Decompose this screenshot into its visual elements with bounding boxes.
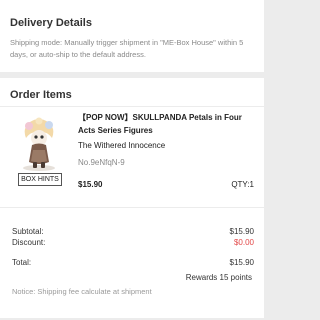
product-image[interactable] [18, 114, 60, 172]
discount-label: Discount: [12, 238, 46, 247]
product-code: No.9eNfqN-9 [78, 158, 125, 167]
product-price: $15.90 [78, 180, 103, 189]
total-row: Total: $15.90 [12, 258, 254, 267]
delivery-details-section: Delivery Details Shipping mode: Manually… [0, 0, 264, 72]
shipping-mode-note: Shipping mode: Manually trigger shipment… [10, 38, 244, 59]
order-items-section: Order Items BOX HINTS 【POP NOW】SKULLPAND… [0, 78, 264, 318]
total-label: Total: [12, 258, 32, 267]
delivery-details-title: Delivery Details [10, 17, 92, 29]
divider [0, 207, 264, 208]
box-hints-button[interactable]: BOX HINTS [18, 173, 62, 186]
subtotal-row: Subtotal: $15.90 [12, 227, 254, 236]
discount-value: $0.00 [233, 238, 254, 247]
product-quantity: QTY:1 [231, 180, 254, 189]
total-value: $15.90 [229, 258, 254, 267]
order-items-title: Order Items [10, 89, 72, 101]
rewards-points: Rewards 15 points [185, 273, 252, 282]
subtotal-label: Subtotal: [12, 227, 44, 236]
product-name[interactable]: 【POP NOW】SKULLPANDA Petals in Four Acts … [78, 111, 260, 137]
product-variant: The Withered Innocence [78, 141, 166, 150]
subtotal-value: $15.90 [229, 227, 254, 236]
discount-row: Discount: $0.00 [12, 238, 254, 247]
shipping-fee-notice: Notice: Shipping fee calculate at shipme… [12, 287, 152, 296]
divider [0, 106, 264, 107]
